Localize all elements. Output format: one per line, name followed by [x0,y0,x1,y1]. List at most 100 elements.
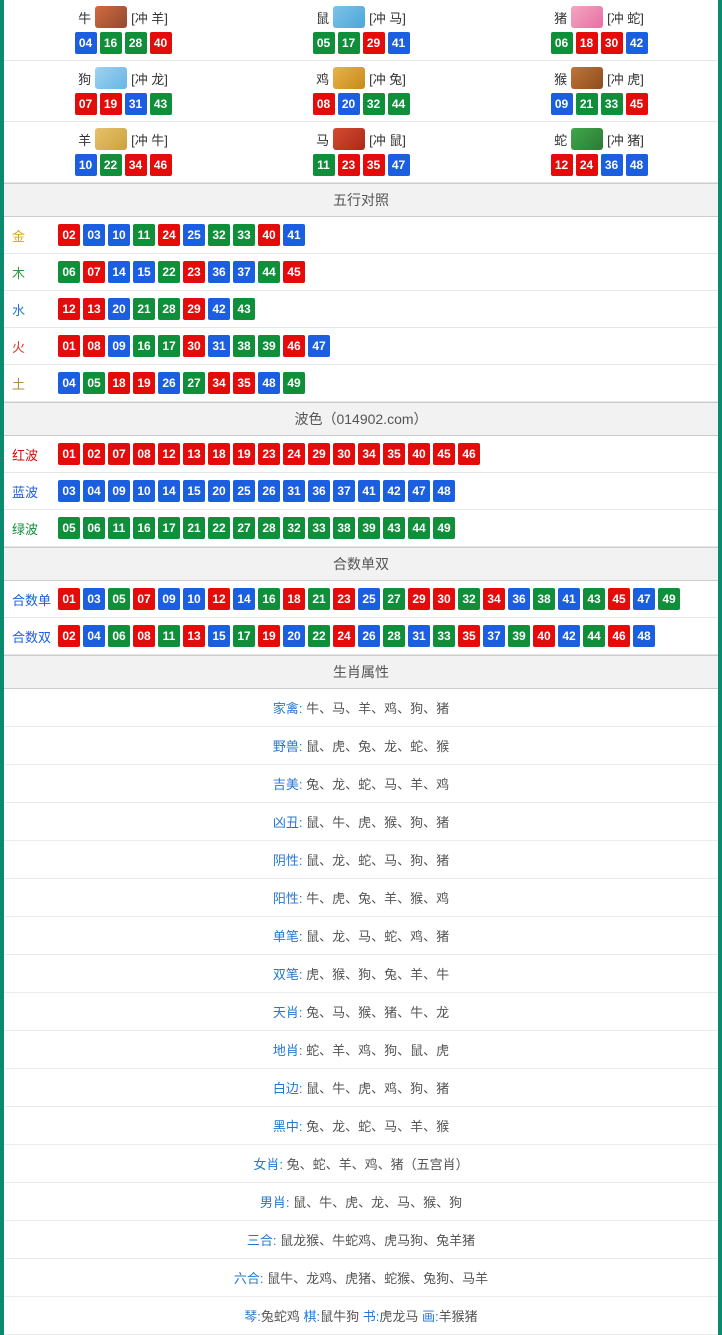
number-ball: 13 [83,298,105,320]
zodiac-cell: 猴[冲 虎] 09213345 [480,61,718,122]
number-ball: 44 [388,93,410,115]
number-ball: 05 [83,372,105,394]
number-ball: 47 [388,154,410,176]
zodiac-name: 蛇 [554,130,567,149]
attr-row: 阳性: 牛、虎、兔、羊、猴、鸡 [4,879,718,917]
number-ball: 07 [133,588,155,610]
row-label: 金 [12,226,58,245]
number-ball: 02 [58,625,80,647]
number-ball: 29 [408,588,430,610]
number-ball: 12 [158,443,180,465]
ball-row: 09213345 [486,93,712,115]
attr-label: 男肖: [260,1195,290,1210]
zodiac-name: 猪 [554,8,567,27]
number-ball: 43 [583,588,605,610]
number-ball: 04 [75,32,97,54]
number-ball: 31 [208,335,230,357]
attr-label: 六合: [234,1271,264,1286]
zodiac-cell: 鸡[冲 兔]08203244 [242,61,480,122]
attr-row: 家禽: 牛、马、羊、鸡、狗、猪 [4,689,718,727]
number-ball: 40 [408,443,430,465]
number-ball: 29 [308,443,330,465]
number-ball: 01 [58,335,80,357]
number-ball: 39 [508,625,530,647]
number-ball: 12 [58,298,80,320]
number-ball: 35 [383,443,405,465]
number-ball: 08 [83,335,105,357]
zodiac-cell: 牛[冲 羊]04162840 [4,0,242,61]
number-ball: 24 [576,154,598,176]
number-ball: 08 [313,93,335,115]
attr-value: 鼠龙猴、牛蛇鸡、虎马狗、兔羊猪 [277,1233,476,1248]
zodiac-chong: [冲 兔] [369,69,406,88]
number-ball: 04 [83,480,105,502]
row-label: 蓝波 [12,482,58,501]
attr-label: 三合: [247,1233,277,1248]
attr-row: 男肖: 鼠、牛、虎、龙、马、猴、狗 [4,1183,718,1221]
heshu-rows: 合数单0103050709101214161821232527293032343… [4,581,718,655]
number-ball: 37 [333,480,355,502]
zodiac-grid: 牛[冲 羊]04162840鼠[冲 马]05172941猪[冲 蛇]061830… [4,0,718,183]
ball-row: 07193143 [10,93,236,115]
zodiac-icon [333,128,365,150]
attr-row: 女肖: 兔、蛇、羊、鸡、猪（五宫肖） [4,1145,718,1183]
number-ball: 33 [308,517,330,539]
number-ball: 34 [358,443,380,465]
zodiac-chong: [冲 虎] [607,69,644,88]
number-ball: 30 [433,588,455,610]
zodiac-header: 牛[冲 羊] [10,6,236,28]
number-ball: 18 [576,32,598,54]
number-ball: 23 [333,588,355,610]
number-ball: 21 [183,517,205,539]
row-label: 火 [12,337,58,356]
data-row: 绿波05061116172122272832333839434449 [4,510,718,547]
number-ball: 30 [601,32,623,54]
zodiac-chong: [冲 鼠] [369,130,406,149]
number-ball: 02 [83,443,105,465]
number-ball: 10 [183,588,205,610]
data-row: 合数单0103050709101214161821232527293032343… [4,581,718,618]
number-ball: 28 [258,517,280,539]
number-ball: 33 [601,93,623,115]
attr-value: 鼠、龙、蛇、马、狗、猪 [303,853,450,868]
number-ball: 24 [283,443,305,465]
number-ball: 14 [233,588,255,610]
attr-value: 鼠、牛、虎、鸡、狗、猪 [303,1081,450,1096]
attr-row: 吉美: 兔、龙、蛇、马、羊、鸡 [4,765,718,803]
attr-label: 凶丑: [273,815,303,830]
number-ball: 26 [358,625,380,647]
number-ball: 43 [383,517,405,539]
attr-value: 鼠、龙、马、蛇、鸡、猪 [303,929,450,944]
zodiac-header: 猪[冲 蛇] [486,6,712,28]
number-ball: 31 [125,93,147,115]
number-ball: 18 [108,372,130,394]
number-ball: 39 [258,335,280,357]
bose-rows: 红波0102070812131819232429303435404546蓝波03… [4,436,718,547]
number-ball: 12 [208,588,230,610]
ball-row: 06183042 [486,32,712,54]
footer-row: 琴:兔蛇鸡 棋:鼠牛狗 书:虎龙马 画:羊猴猪 [4,1297,718,1335]
number-ball: 08 [133,443,155,465]
number-ball: 20 [283,625,305,647]
number-ball: 04 [58,372,80,394]
number-ball: 13 [183,443,205,465]
number-ball: 43 [233,298,255,320]
zodiac-header: 猴[冲 虎] [486,67,712,89]
number-ball: 06 [108,625,130,647]
footer-label: 画: [422,1309,439,1324]
data-row: 火0108091617303138394647 [4,328,718,365]
number-ball: 22 [308,625,330,647]
number-ball: 48 [258,372,280,394]
number-ball: 19 [233,443,255,465]
data-row: 蓝波03040910141520252631363741424748 [4,473,718,510]
zodiac-name: 狗 [78,69,91,88]
number-ball: 28 [158,298,180,320]
number-ball: 32 [458,588,480,610]
number-ball: 30 [333,443,355,465]
number-ball: 43 [150,93,172,115]
number-ball: 09 [108,335,130,357]
attr-label: 单笔: [273,929,303,944]
number-ball: 45 [433,443,455,465]
number-ball: 14 [158,480,180,502]
number-ball: 11 [133,224,155,246]
